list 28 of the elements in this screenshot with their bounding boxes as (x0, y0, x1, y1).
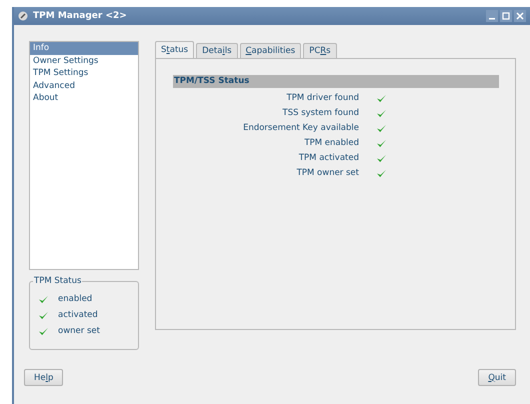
section-heading: TPM/TSS Status (173, 75, 499, 88)
sidebar-item[interactable]: Owner Settings (30, 54, 138, 67)
close-button[interactable] (514, 10, 526, 22)
dialog-button[interactable]: Quit (478, 369, 516, 386)
status-label: Endorsement Key available (242, 123, 359, 133)
close-icon (516, 12, 524, 20)
tab[interactable]: Details (196, 43, 238, 58)
tab[interactable]: PCRs (303, 43, 337, 58)
status-label: enabled (58, 294, 92, 304)
dialog-button[interactable]: Help (24, 369, 64, 386)
sidebar-item[interactable]: TPM Settings (30, 67, 138, 80)
status-label: owner set (58, 326, 100, 336)
sidebar-item[interactable]: About (30, 92, 138, 104)
status-label: TPM driver found (286, 93, 359, 103)
status-label: TSS system found (282, 108, 359, 118)
tab[interactable]: Capabilities (240, 43, 302, 58)
status-label: TPM activated (298, 153, 359, 163)
maximize-button[interactable] (500, 10, 512, 22)
group-title: TPM Status (33, 276, 82, 286)
status-label: activated (58, 310, 98, 320)
sidebar-item[interactable]: Advanced (30, 80, 138, 92)
status-label: TPM enabled (303, 138, 359, 148)
window-title: TPM Manager <2> (33, 11, 128, 21)
status-label: TPM owner set (296, 168, 359, 178)
minimize-button[interactable] (486, 10, 498, 22)
maximize-icon (502, 12, 510, 20)
app-icon (18, 11, 28, 21)
tab[interactable]: Status (155, 41, 194, 58)
